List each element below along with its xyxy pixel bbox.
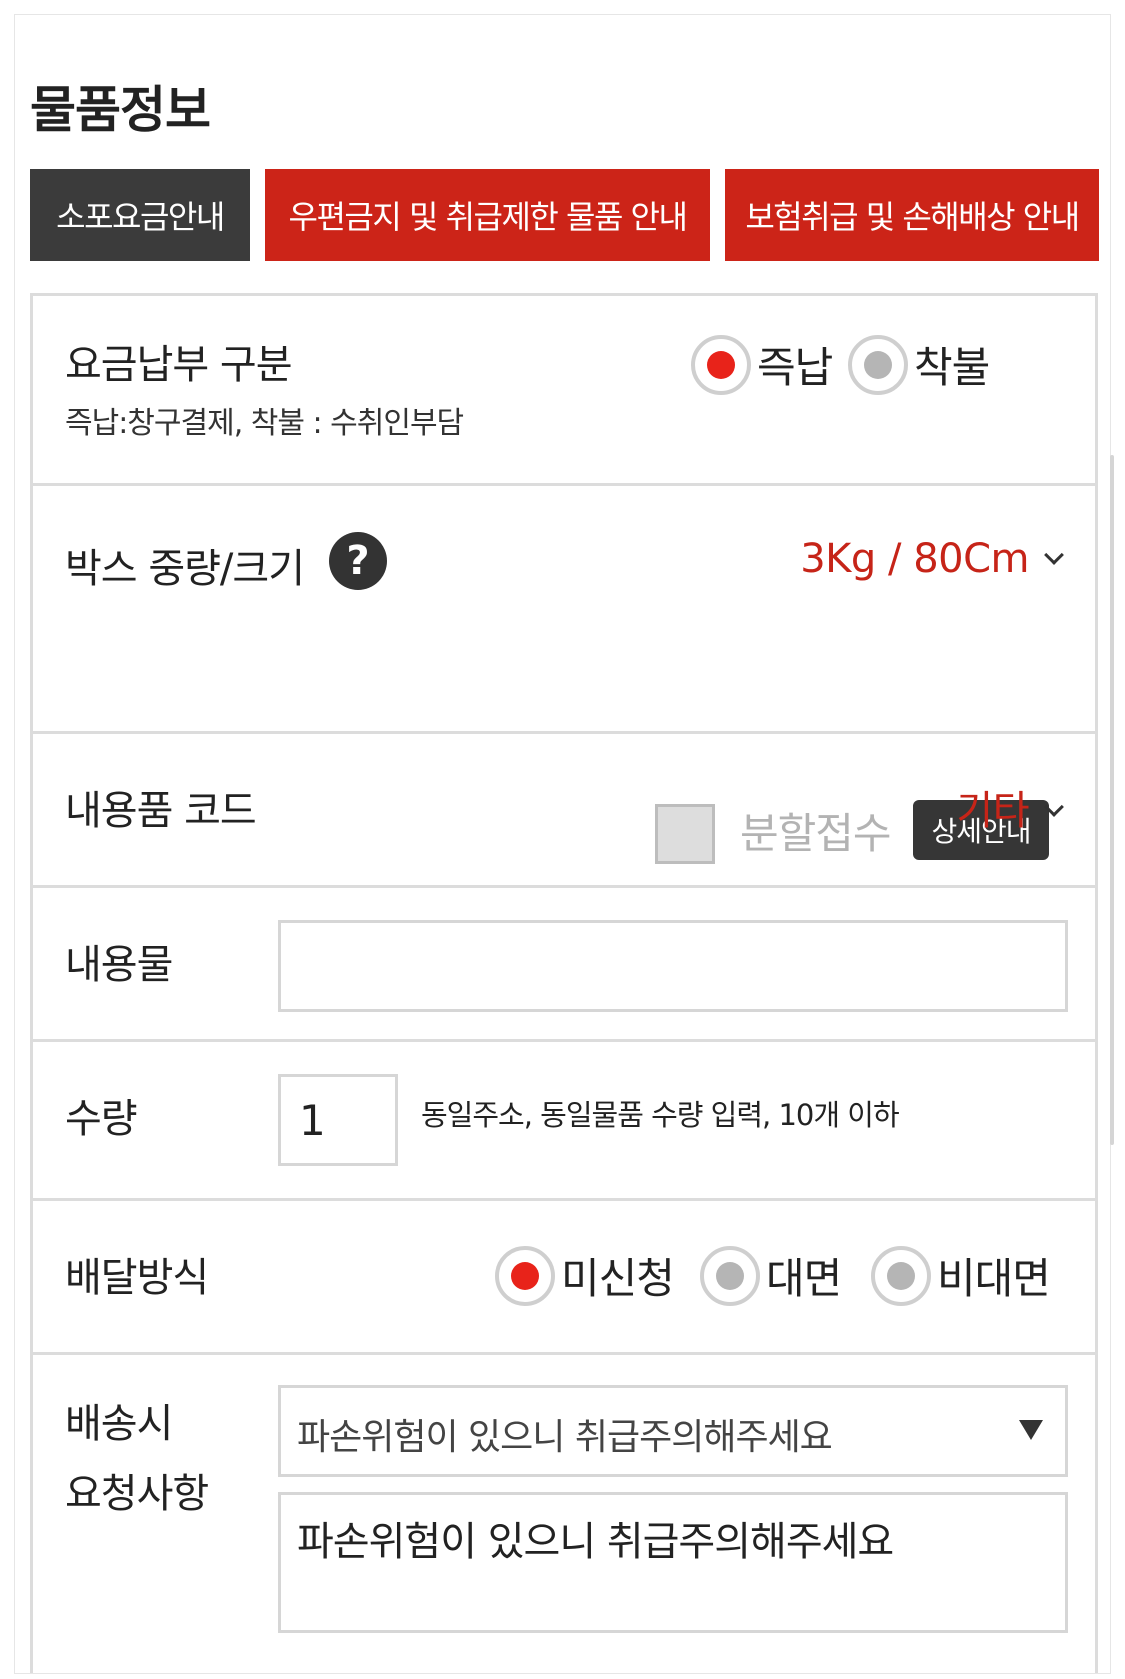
delivery-option-none-label: 미신청 (561, 1254, 675, 1303)
item-info-form: 요금납부 구분 즉납:창구결제, 착불 : 수취인부담 즉납 착불 박스 중량/… (30, 293, 1098, 1673)
section-title: 물품정보 (30, 81, 211, 139)
box-size-select[interactable]: 3Kg / 80Cm (800, 536, 1064, 582)
quantity-input[interactable] (278, 1074, 398, 1166)
content-code-value: 기타 (956, 788, 1029, 834)
radio-dot-icon (707, 350, 735, 379)
payment-radio-cod[interactable]: 착불 (848, 334, 990, 395)
delivery-request-row: 배송시 요청사항 파손위험이 있으니 취급주의해주세요 파손위험이 있으니 취급… (33, 1355, 1095, 1676)
insurance-guide-button[interactable]: 보험취급 및 손해배상 안내 (725, 169, 1099, 261)
radio-circle-selected (495, 1245, 555, 1306)
delivery-radio-none[interactable]: 미신청 (495, 1245, 675, 1306)
quantity-label: 수량 (65, 1096, 138, 1142)
delivery-option-contactless-label: 비대면 (937, 1254, 1051, 1303)
content-code-select[interactable]: 기타 (956, 778, 1064, 836)
payment-type-label: 요금납부 구분 (65, 342, 293, 388)
box-size-row: 박스 중량/크기 ? 3Kg / 80Cm 분할접수 상세안내 (33, 486, 1095, 864)
chevron-down-icon (1044, 797, 1064, 817)
radio-dot-icon (511, 1261, 539, 1290)
delivery-request-select-value: 파손위험이 있으니 취급주의해주세요 (297, 1417, 833, 1458)
box-size-value: 3Kg / 80Cm (800, 536, 1029, 582)
box-size-label: 박스 중량/크기 (65, 546, 305, 592)
payment-type-sublabel: 즉납:창구결제, 착불 : 수취인부담 (65, 406, 464, 441)
payment-option-cod-label: 착불 (914, 343, 990, 392)
delivery-request-label-line2: 요청사항 (65, 1471, 209, 1517)
radio-circle-unselected (848, 334, 908, 395)
radio-dot-icon (887, 1261, 915, 1290)
payment-radio-immediate[interactable]: 즉납 (691, 334, 833, 395)
chevron-down-icon (1044, 545, 1064, 565)
quantity-row: 수량 동일주소, 동일물품 수량 입력, 10개 이하 (33, 1042, 1095, 1201)
contents-input[interactable] (278, 920, 1068, 1012)
content-code-row: 내용품 코드 기타 (33, 734, 1095, 888)
fee-guide-button[interactable]: 소포요금안내 (30, 169, 250, 261)
contents-label: 내용물 (65, 942, 173, 988)
radio-dot-icon (716, 1261, 744, 1290)
delivery-method-label: 배달방식 (65, 1255, 209, 1301)
delivery-request-textarea[interactable]: 파손위험이 있으니 취급주의해주세요 (278, 1492, 1068, 1633)
delivery-request-select[interactable]: 파손위험이 있으니 취급주의해주세요 (278, 1385, 1068, 1477)
content-code-label: 내용품 코드 (65, 788, 257, 834)
delivery-option-face-label: 대면 (766, 1254, 842, 1303)
scrollbar[interactable] (1110, 455, 1114, 1145)
prohibited-items-guide-button[interactable]: 우편금지 및 취급제한 물품 안내 (265, 169, 710, 261)
dropdown-triangle-icon (1019, 1420, 1043, 1440)
radio-circle-unselected (871, 1245, 931, 1306)
delivery-method-row: 배달방식 미신청 대면 비대면 (33, 1201, 1095, 1355)
help-icon[interactable]: ? (329, 532, 387, 590)
delivery-request-label-line1: 배송시 (65, 1401, 173, 1447)
radio-dot-icon (864, 350, 892, 379)
delivery-radio-contactless[interactable]: 비대면 (871, 1245, 1051, 1306)
quantity-hint: 동일주소, 동일물품 수량 입력, 10개 이하 (421, 1098, 900, 1132)
payment-option-immediate-label: 즉납 (757, 343, 833, 392)
delivery-radio-face[interactable]: 대면 (700, 1245, 842, 1306)
contents-row: 내용물 (33, 888, 1095, 1042)
payment-type-row: 요금납부 구분 즉납:창구결제, 착불 : 수취인부담 즉납 착불 (33, 296, 1095, 486)
radio-circle-unselected (700, 1245, 760, 1306)
radio-circle-selected (691, 334, 751, 395)
